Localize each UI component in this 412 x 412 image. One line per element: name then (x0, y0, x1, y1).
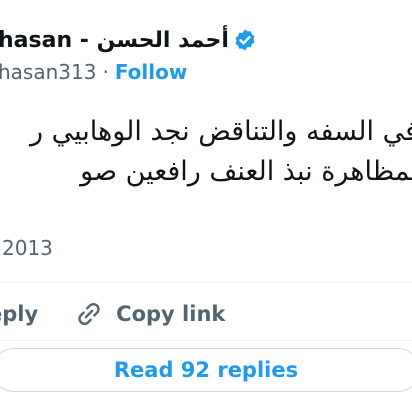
display-name[interactable]: hasan - أحمد الحسن (0, 28, 229, 53)
divider (0, 282, 412, 283)
verified-badge-icon (233, 28, 257, 52)
handle-row: hasan313 · Follow (0, 58, 187, 86)
author-name-row: hasan - أحمد الحسن (0, 24, 257, 56)
reply-label: eply (0, 302, 39, 326)
tweet-timestamp[interactable]: 2013 (2, 236, 53, 260)
author-handle[interactable]: hasan313 (0, 60, 96, 84)
link-icon (74, 299, 104, 329)
tweet-text: في السفه والتناقض نجد الوهابيي ر بمظاهرة… (29, 116, 412, 187)
divider (0, 340, 412, 341)
read-replies-button[interactable]: Read 92 replies (0, 348, 412, 392)
reply-button[interactable]: eply (0, 302, 38, 326)
follow-button[interactable]: Follow (115, 60, 188, 84)
separator-dot: · (102, 60, 109, 84)
read-replies-label: Read 92 replies (113, 358, 299, 382)
tweet-actions: eply Copy link (0, 296, 225, 332)
copy-link-label: Copy link (116, 302, 226, 326)
copy-link-button[interactable]: Copy link (74, 299, 225, 329)
